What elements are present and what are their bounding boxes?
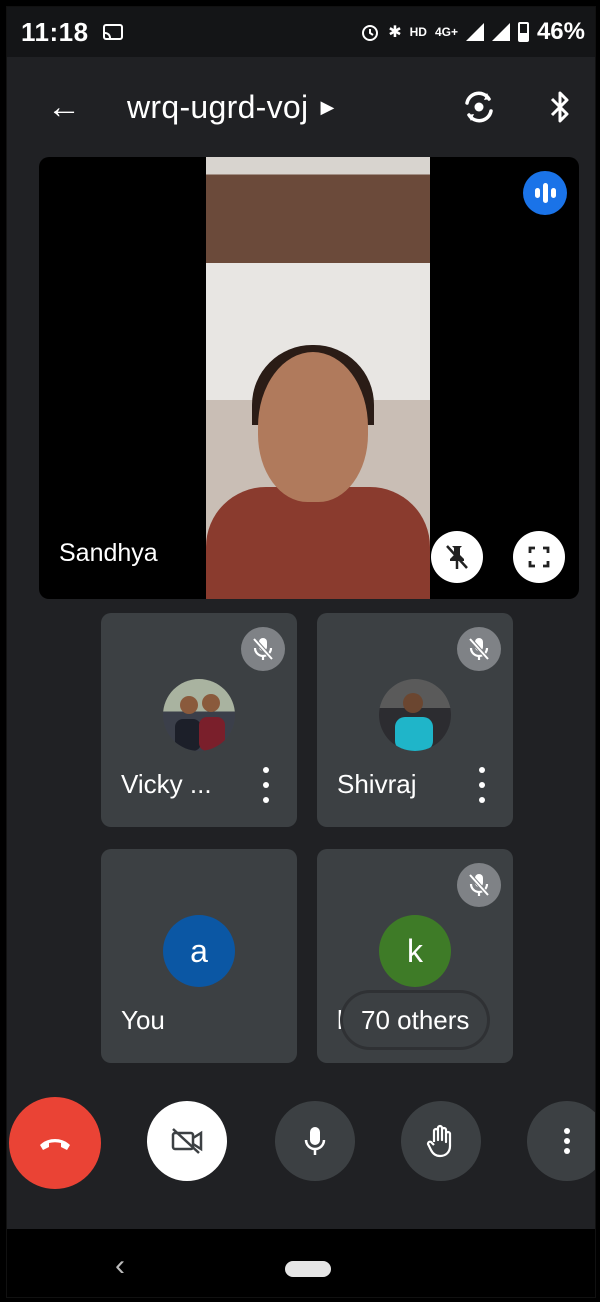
main-participant-name: Sandhya bbox=[59, 539, 158, 567]
self-tile[interactable]: a You bbox=[101, 849, 297, 1063]
meeting-code: wrq-ugrd-voj bbox=[127, 88, 309, 125]
meeting-info-button[interactable]: wrq-ugrd-voj ▶ bbox=[127, 89, 335, 126]
status-time: 11:18 bbox=[21, 16, 89, 47]
switch-camera-icon bbox=[465, 91, 493, 123]
participant-photo-avatar bbox=[379, 679, 451, 751]
participant-video bbox=[206, 157, 430, 599]
screen-cast-icon bbox=[102, 24, 123, 40]
status-bar: 11:18 ✱ HD 4G+ 46% bbox=[7, 7, 595, 57]
mic-off-icon bbox=[457, 627, 501, 671]
others-tile[interactable]: k krutika 70 others bbox=[317, 849, 513, 1063]
system-nav-bar: ‹ bbox=[7, 1229, 595, 1297]
battery-percent: 46% bbox=[536, 18, 585, 45]
speaking-indicator-icon bbox=[523, 171, 567, 215]
participant-name: Shivraj bbox=[337, 769, 417, 799]
others-count-label: 70 others bbox=[361, 1004, 470, 1035]
more-options-icon[interactable] bbox=[477, 767, 487, 803]
end-call-icon bbox=[40, 1139, 70, 1150]
others-count-chip[interactable]: 70 others bbox=[343, 993, 488, 1047]
switch-camera-button[interactable] bbox=[457, 85, 501, 129]
participant-name: Vicky ... bbox=[121, 769, 212, 799]
camera-off-icon bbox=[171, 1128, 203, 1154]
avatar-initial: a bbox=[190, 932, 208, 969]
unpin-icon bbox=[446, 545, 468, 569]
raise-hand-icon bbox=[426, 1124, 452, 1158]
signal-icon-2 bbox=[491, 23, 510, 41]
network-type: 4G+ bbox=[434, 25, 458, 39]
nav-back-icon[interactable]: ‹ bbox=[115, 1249, 125, 1283]
battery-icon bbox=[517, 22, 529, 42]
alarm-icon bbox=[362, 25, 379, 41]
microphone-icon bbox=[304, 1127, 326, 1155]
camera-toggle-button[interactable] bbox=[147, 1101, 227, 1181]
unpin-button[interactable] bbox=[431, 531, 483, 583]
initial-avatar: a bbox=[163, 915, 235, 987]
fullscreen-button[interactable] bbox=[513, 531, 565, 583]
back-arrow-icon[interactable]: ← bbox=[47, 88, 87, 127]
end-call-button[interactable] bbox=[9, 1097, 101, 1189]
fullscreen-icon bbox=[528, 546, 550, 568]
bluetooth-status-icon: ✱ bbox=[388, 24, 402, 41]
video-person-body bbox=[206, 487, 430, 599]
audio-output-button[interactable] bbox=[545, 85, 575, 129]
participant-tile[interactable]: Shivraj bbox=[317, 613, 513, 827]
more-options-button[interactable] bbox=[527, 1101, 595, 1181]
mic-off-icon bbox=[457, 863, 501, 907]
call-controls bbox=[7, 1097, 595, 1197]
meet-call-screen: 11:18 ✱ HD 4G+ 46% ← wrq-ugrd-voj ▶ Sand… bbox=[6, 6, 596, 1298]
mic-off-icon bbox=[241, 627, 285, 671]
signal-icon-1 bbox=[465, 23, 484, 41]
caret-right-icon: ▶ bbox=[320, 96, 335, 117]
avatar-initial: k bbox=[407, 932, 423, 969]
bluetooth-icon bbox=[550, 91, 569, 123]
more-options-icon[interactable] bbox=[261, 767, 271, 803]
microphone-button[interactable] bbox=[275, 1101, 355, 1181]
home-pill[interactable] bbox=[285, 1261, 331, 1277]
raise-hand-button[interactable] bbox=[401, 1101, 481, 1181]
participant-tile[interactable]: Vicky ... bbox=[101, 613, 297, 827]
meeting-top-bar: ← wrq-ugrd-voj ▶ bbox=[7, 57, 595, 157]
initial-avatar: k bbox=[379, 915, 451, 987]
status-icons: ✱ HD 4G+ 46% bbox=[360, 18, 585, 46]
hd-indicator: HD bbox=[409, 25, 427, 39]
main-speaker-tile[interactable]: Sandhya bbox=[39, 157, 579, 599]
participant-name: You bbox=[121, 1005, 165, 1035]
participant-photo-avatar bbox=[163, 679, 235, 751]
video-person-head bbox=[258, 352, 368, 502]
more-vert-icon bbox=[564, 1128, 570, 1154]
